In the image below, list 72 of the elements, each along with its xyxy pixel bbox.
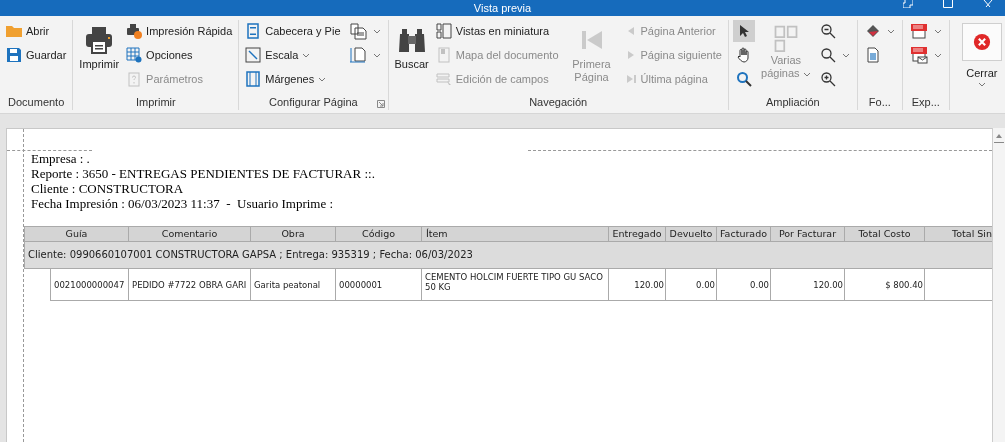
group-label: Configurar Página xyxy=(269,96,358,110)
report-header-line: Reporte : 3650 - ENTREGAS PENDIENTES DE FACTURAR ::. xyxy=(30,166,376,181)
pdf-icon xyxy=(909,23,928,39)
table-cell: 00000001 xyxy=(336,269,422,301)
zoom-in-icon xyxy=(819,71,836,87)
close-icon[interactable] xyxy=(983,0,993,8)
magnifier-icon xyxy=(735,71,752,87)
zoom-out-icon xyxy=(819,23,836,39)
group-row: Cliente: 0990660107001 CONSTRUCTORA GAPSA ; Entrega: 935319 ; Fecha: 06/03/2023 xyxy=(24,242,992,269)
window-title: Vista previa xyxy=(473,1,532,15)
resize-button[interactable]: Escala xyxy=(243,44,343,66)
group-label: Fo... xyxy=(868,96,891,110)
printer-button[interactable]: Impresión Rápida xyxy=(124,20,235,42)
column-header: Total Sin xyxy=(925,226,992,242)
table-cell: 0.00 xyxy=(666,269,717,301)
floppy-disk-button[interactable]: Guardar xyxy=(4,44,69,66)
report-header-line: Cliente : CONSTRUCTORA xyxy=(30,181,185,196)
table-cell: CEMENTO HOLCIM FUERTE TIPO GU SACO 50 KG xyxy=(422,269,609,301)
column-header: Ítem xyxy=(422,226,609,242)
table-cell: Garita peatonal xyxy=(251,269,336,301)
table-cell: 0021000000047 xyxy=(50,269,129,301)
group-label: Imprimir xyxy=(135,96,176,110)
thumbnails-button[interactable]: Vistas en miniatura xyxy=(433,20,561,42)
pdf-mail-icon xyxy=(909,46,928,64)
column-header: Guía xyxy=(24,226,129,242)
column-header: Código xyxy=(336,226,422,242)
column-header: Obra xyxy=(251,226,336,242)
page-orientation-icon xyxy=(348,46,367,64)
table-cell: 120.00 xyxy=(771,269,845,301)
column-header: Devuelto xyxy=(666,226,717,242)
restore-icon[interactable] xyxy=(903,0,913,8)
document-map-icon xyxy=(435,47,452,63)
column-header: Total Costo xyxy=(845,226,925,242)
printer-button[interactable]: Imprimir xyxy=(77,20,122,90)
group-label: Exp... xyxy=(911,96,940,110)
printer-icon xyxy=(126,23,143,39)
table-cell: PEDIDO #7722 OBRA GARI xyxy=(129,269,251,301)
maximize-icon[interactable] xyxy=(943,0,953,8)
scrollbar[interactable] xyxy=(992,128,1005,442)
clipboard-icon xyxy=(126,71,143,87)
group-label: Navegación xyxy=(529,96,588,110)
page-header-button[interactable]: Cabecera y Pie xyxy=(243,20,343,42)
form-fields-icon xyxy=(435,71,452,87)
binoculars-button[interactable]: Buscar xyxy=(392,20,431,90)
page-header-icon xyxy=(245,23,262,39)
resize-icon xyxy=(245,47,262,63)
last-page-icon xyxy=(624,73,637,85)
column-header: Entregado xyxy=(609,226,666,242)
group-label: Ampliación xyxy=(765,96,820,110)
report-header-line: Empresa : . xyxy=(30,151,91,166)
report-header-line: Fecha Impresión : 06/03/2023 11:37 - Usuario Imprime : xyxy=(30,196,335,211)
pages-icon xyxy=(348,22,367,40)
hand-icon xyxy=(735,47,752,63)
dialog-launcher-icon[interactable] xyxy=(376,100,385,108)
table-cell: 120.00 xyxy=(609,269,666,301)
search-icon xyxy=(819,47,836,63)
column-header: Comentario xyxy=(129,226,251,242)
group-label: Documento xyxy=(8,96,65,110)
folder-button[interactable]: Abrir xyxy=(4,20,69,42)
thumbnails-icon xyxy=(435,23,452,39)
table-cell: 0.00 xyxy=(717,269,771,301)
table-cell: $ 800.40 xyxy=(845,269,925,301)
column-header: Facturado xyxy=(717,226,771,242)
margins-icon xyxy=(245,71,262,87)
margins-button[interactable]: Márgenes xyxy=(243,68,343,90)
column-header: Por Facturar xyxy=(771,226,845,242)
close-button[interactable]: Cerrar xyxy=(953,20,1005,90)
scroll-up-icon[interactable] xyxy=(995,132,1003,140)
grid-gear-button[interactable]: Opciones xyxy=(124,44,235,66)
folder-icon xyxy=(6,23,22,39)
close-icon xyxy=(961,23,1002,61)
pointer-button[interactable] xyxy=(732,20,755,42)
